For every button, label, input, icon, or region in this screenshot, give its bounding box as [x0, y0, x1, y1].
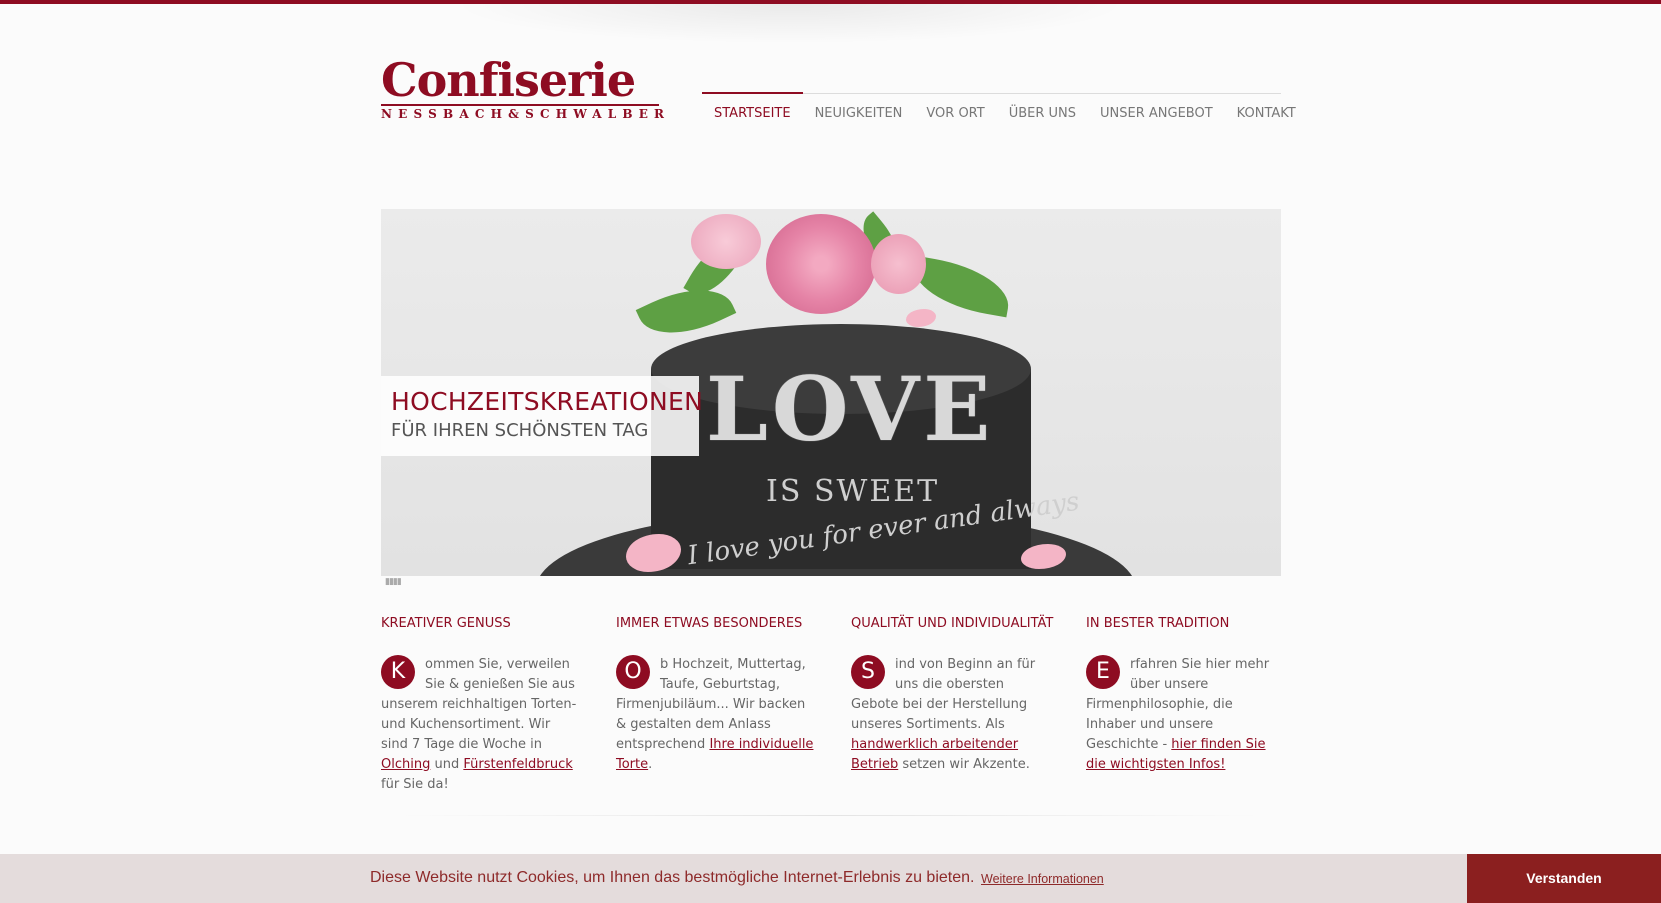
- slider-title: HOCHZEITSKREATIONEN: [391, 387, 704, 416]
- rose-decoration: [871, 234, 926, 294]
- column-text: Erfahren Sie hier mehr über unsere Firme…: [1086, 655, 1286, 775]
- feature-column: IMMER ETWAS BESONDERES Ob Hochzeit, Mutt…: [616, 616, 816, 775]
- cookie-message: Diese Website nutzt Cookies, um Ihnen da…: [370, 869, 975, 886]
- logo-wordmark: Confiserie: [381, 53, 636, 107]
- nav-item-startseite[interactable]: STARTSEITE: [702, 92, 803, 128]
- column-title: KREATIVER GENUSS: [381, 616, 511, 631]
- column-title: IN BESTER TRADITION: [1086, 616, 1230, 631]
- column-body-text: und: [430, 757, 464, 772]
- nav-item-neuigkeiten[interactable]: NEUIGKEITEN: [803, 94, 915, 128]
- petal-decoration: [906, 309, 936, 327]
- column-text: Sind von Beginn an für uns die obersten …: [851, 655, 1051, 775]
- slider-caption: HOCHZEITSKREATIONEN FÜR IHREN SCHÖNSTEN …: [381, 376, 703, 456]
- column-text: Ob Hochzeit, Muttertag, Taufe, Geburtsta…: [616, 655, 816, 775]
- cake-love-text: LOVE: [706, 357, 995, 461]
- header-shadow: [450, 4, 1130, 44]
- nav-item-kontakt[interactable]: KONTAKT: [1225, 94, 1308, 128]
- dropcap: S: [851, 655, 885, 689]
- logo[interactable]: Confiserie NESSBACH&SCHWALBER: [381, 53, 671, 121]
- feature-column: QUALITÄT UND INDIVIDUALITÄT Sind von Beg…: [851, 616, 1054, 775]
- cake-sweet-text: IS SWEET: [766, 474, 940, 509]
- column-body-text: .: [648, 757, 653, 772]
- slider-subtitle: FÜR IHREN SCHÖNSTEN TAG: [391, 420, 649, 441]
- hero-slider[interactable]: LOVE IS SWEET I love you for ever and al…: [381, 209, 1281, 576]
- column-text: Kommen Sie, verweilen Sie & genießen Sie…: [381, 655, 581, 795]
- rose-decoration: [691, 214, 761, 269]
- column-title: QUALITÄT UND INDIVIDUALITÄT: [851, 616, 1054, 631]
- nav-item-unser-angebot[interactable]: UNSER ANGEBOT: [1088, 94, 1225, 128]
- dropcap: O: [616, 655, 650, 689]
- column-body-text: für Sie da!: [381, 777, 449, 792]
- main-nav: STARTSEITE NEUIGKEITEN VOR ORT ÜBER UNS …: [702, 92, 1296, 129]
- dropcap: K: [381, 655, 415, 689]
- content-divider: [400, 815, 1260, 816]
- column-body-text: setzen wir Akzente.: [898, 757, 1030, 772]
- dropcap: E: [1086, 655, 1120, 689]
- logo-tagline: NESSBACH&SCHWALBER: [381, 107, 671, 121]
- column-title: IMMER ETWAS BESONDERES: [616, 616, 803, 631]
- cookie-more-info-link[interactable]: Weitere Informationen: [981, 872, 1104, 886]
- nav-item-vor-ort[interactable]: VOR ORT: [914, 94, 996, 128]
- nav-item-ueber-uns[interactable]: ÜBER UNS: [997, 94, 1088, 128]
- cookie-accept-button[interactable]: Verstanden: [1467, 854, 1661, 903]
- feature-column: KREATIVER GENUSS Kommen Sie, verweilen S…: [381, 616, 581, 795]
- rose-decoration: [766, 214, 876, 314]
- cookie-banner: Diese Website nutzt Cookies, um Ihnen da…: [0, 854, 1661, 903]
- link-fuerstenfeldbruck[interactable]: Fürstenfeldbruck: [463, 757, 572, 772]
- slider-pager-icon[interactable]: ▮▮▮▮: [385, 577, 402, 587]
- feature-column: IN BESTER TRADITION Erfahren Sie hier me…: [1086, 616, 1286, 775]
- link-olching[interactable]: Olching: [381, 757, 430, 772]
